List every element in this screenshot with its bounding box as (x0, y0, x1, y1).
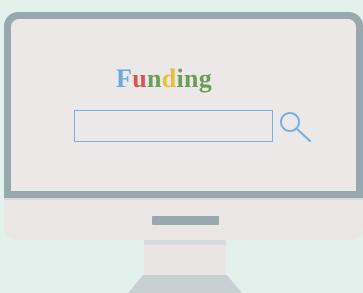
logo-letter: F (116, 64, 133, 93)
logo-letter: g (198, 64, 213, 93)
monitor-bezel (4, 12, 363, 198)
monitor-chin (4, 198, 363, 240)
site-logo: Funding (116, 64, 212, 94)
logo-letter: u (132, 64, 147, 93)
logo-letter: n (146, 64, 162, 93)
monitor-screen (11, 19, 356, 191)
search-icon[interactable] (278, 110, 314, 144)
monitor-stand-base (128, 275, 242, 293)
logo-letter: n (184, 64, 199, 93)
logo-letter: i (176, 64, 185, 93)
search-input[interactable] (74, 110, 273, 142)
logo-letter: d (161, 64, 177, 93)
monitor-stand-neck (144, 240, 226, 275)
monitor-slot (152, 216, 219, 225)
